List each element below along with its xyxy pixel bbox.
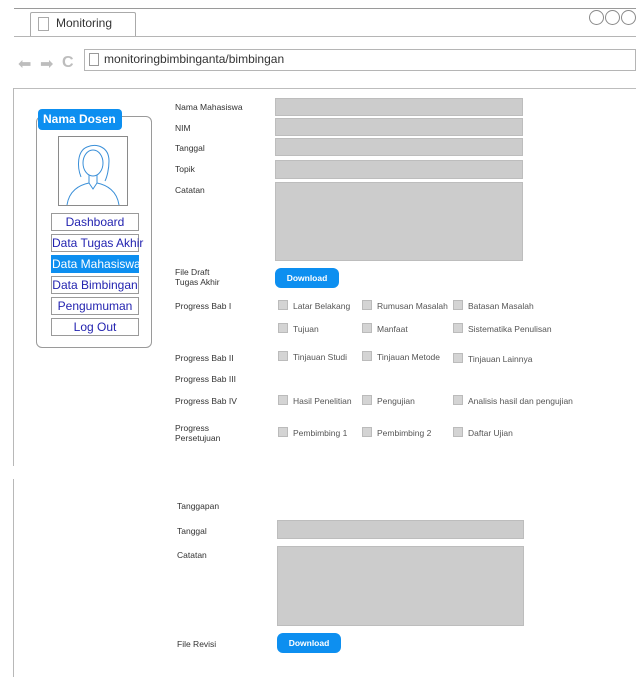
file-draft-label-2: Tugas Akhir bbox=[175, 277, 220, 287]
checkbox-label: Manfaat bbox=[377, 324, 408, 334]
sidebar-item-data-mahasiswa[interactable]: Data Mahasiswa bbox=[51, 255, 141, 273]
checkbox-latar-belakang[interactable] bbox=[278, 300, 288, 310]
file-revisi-label: File Revisi bbox=[177, 639, 217, 649]
close-button[interactable] bbox=[621, 10, 636, 25]
progress-persetujuan-label: Progress bbox=[175, 423, 210, 433]
progress-bab-1-label: Progress Bab I bbox=[175, 301, 232, 311]
catatan-textarea[interactable] bbox=[275, 182, 523, 261]
tanggapan-tanggal-field[interactable] bbox=[277, 520, 524, 539]
sidebar-item-data-tugas-akhir[interactable]: Data Tugas Akhir bbox=[51, 234, 143, 252]
nim-label: NIM bbox=[175, 123, 191, 133]
checkbox-pembimbing-1[interactable] bbox=[278, 427, 288, 437]
tanggal-field[interactable] bbox=[275, 138, 523, 156]
tanggapan-catatan-label: Catatan bbox=[177, 550, 207, 560]
checkbox-label: Tujuan bbox=[293, 324, 319, 334]
tab-bar-divider bbox=[14, 36, 636, 37]
checkbox-label: Analisis hasil dan pengujian bbox=[468, 396, 573, 406]
checkbox-tinjauan-metode[interactable] bbox=[362, 351, 372, 361]
maximize-button[interactable] bbox=[605, 10, 620, 25]
download-draft-button[interactable]: Download bbox=[275, 268, 339, 288]
url-text[interactable]: monitoringbimbinganta/bimbingan bbox=[104, 52, 284, 66]
chrome-separator bbox=[14, 88, 636, 89]
sidebar-item-log-out[interactable]: Log Out bbox=[51, 318, 139, 336]
checkbox-analisis-hasil[interactable] bbox=[453, 395, 463, 405]
checkbox-sistematika-penulisan[interactable] bbox=[453, 323, 463, 333]
sidebar-item-data-bimbingan[interactable]: Data Bimbingan bbox=[51, 276, 139, 294]
checkbox-label: Sistematika Penulisan bbox=[468, 324, 552, 334]
tanggapan-title: Tanggapan bbox=[177, 501, 220, 511]
checkbox-label: Pembimbing 2 bbox=[377, 428, 432, 438]
back-arrow-icon[interactable]: ⬅ bbox=[18, 54, 31, 74]
checkbox-rumusan-masalah[interactable] bbox=[362, 300, 372, 310]
progress-bab-3-label: Progress Bab III bbox=[175, 374, 236, 384]
checkbox-pengujian[interactable] bbox=[362, 395, 372, 405]
progress-bab-4-label: Progress Bab IV bbox=[175, 396, 237, 406]
tanggal-label: Tanggal bbox=[175, 143, 205, 153]
reload-icon[interactable]: C bbox=[62, 54, 74, 72]
sidebar-item-dashboard[interactable]: Dashboard bbox=[51, 213, 139, 231]
left-border-upper bbox=[13, 88, 14, 466]
forward-arrow-icon[interactable]: ➡ bbox=[40, 54, 53, 74]
checkbox-hasil-penelitian[interactable] bbox=[278, 395, 288, 405]
window-top-border bbox=[14, 8, 636, 9]
nim-field[interactable] bbox=[275, 118, 523, 136]
progress-bab-2-label: Progress Bab II bbox=[175, 353, 234, 363]
sidebar-header: Nama Dosen bbox=[38, 109, 122, 130]
checkbox-label: Tinjauan Studi bbox=[293, 352, 348, 362]
url-page-icon bbox=[89, 53, 99, 66]
nama-mahasiswa-label: Nama Mahasiswa bbox=[175, 102, 243, 112]
left-border-lower bbox=[13, 479, 14, 677]
checkbox-tinjauan-lainnya[interactable] bbox=[453, 353, 463, 363]
tanggapan-catatan-textarea[interactable] bbox=[277, 546, 524, 626]
checkbox-daftar-ujian[interactable] bbox=[453, 427, 463, 437]
checkbox-label: Pembimbing 1 bbox=[293, 428, 348, 438]
checkbox-label: Pengujian bbox=[377, 396, 415, 406]
checkbox-label: Rumusan Masalah bbox=[377, 301, 448, 311]
catatan-label: Catatan bbox=[175, 185, 205, 195]
minimize-button[interactable] bbox=[589, 10, 604, 25]
checkbox-tujuan[interactable] bbox=[278, 323, 288, 333]
avatar bbox=[58, 136, 128, 206]
checkbox-label: Latar Belakang bbox=[293, 301, 351, 311]
checkbox-label: Batasan Masalah bbox=[468, 301, 534, 311]
checkbox-manfaat[interactable] bbox=[362, 323, 372, 333]
checkbox-label: Tinjauan Lainnya bbox=[468, 354, 533, 364]
sidebar-item-pengumuman[interactable]: Pengumuman bbox=[51, 297, 139, 315]
nama-mahasiswa-field[interactable] bbox=[275, 98, 523, 116]
checkbox-batasan-masalah[interactable] bbox=[453, 300, 463, 310]
checkbox-label: Hasil Penelitian bbox=[293, 396, 352, 406]
download-revisi-button[interactable]: Download bbox=[277, 633, 341, 653]
checkbox-tinjauan-studi[interactable] bbox=[278, 351, 288, 361]
file-draft-label: File Draft bbox=[175, 267, 210, 277]
checkbox-label: Daftar Ujian bbox=[468, 428, 513, 438]
checkbox-label: Tinjauan Metode bbox=[377, 352, 441, 362]
progress-persetujuan-label-2: Persetujuan bbox=[175, 433, 221, 443]
tanggapan-tanggal-label: Tanggal bbox=[177, 526, 207, 536]
tab-title: Monitoring bbox=[56, 16, 113, 30]
page-icon bbox=[38, 17, 49, 31]
checkbox-pembimbing-2[interactable] bbox=[362, 427, 372, 437]
user-avatar-icon bbox=[66, 145, 120, 206]
topik-label: Topik bbox=[175, 164, 195, 174]
topik-field[interactable] bbox=[275, 160, 523, 179]
